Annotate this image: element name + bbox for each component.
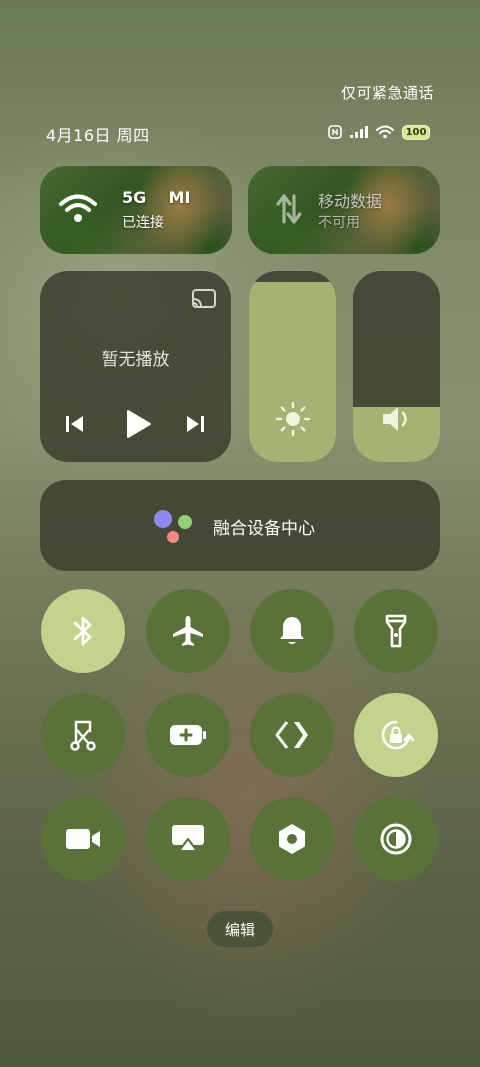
- cast-icon[interactable]: [191, 288, 217, 310]
- video-camera-icon: [66, 829, 100, 849]
- nfc-icon: [328, 125, 342, 139]
- mobile-data-label: 移动数据: [318, 192, 383, 211]
- flashlight-toggle[interactable]: [354, 589, 438, 673]
- battery-saver-toggle[interactable]: [146, 693, 230, 777]
- dev-tool-toggle[interactable]: [250, 693, 334, 777]
- date-label: 4月16日 周四: [46, 126, 150, 145]
- wifi-network-name: 5G MI: [122, 188, 191, 207]
- next-track-icon[interactable]: [184, 413, 206, 435]
- bell-icon: [280, 617, 304, 644]
- wifi-icon: [59, 194, 97, 222]
- volume-slider[interactable]: [353, 271, 440, 462]
- brightness-sun-icon: [275, 401, 311, 437]
- flashlight-icon: [385, 614, 407, 648]
- bluetooth-icon: [73, 616, 92, 646]
- emergency-call-only-label: 仅可紧急通话: [340, 84, 434, 102]
- media-player-card[interactable]: 暂无播放: [40, 271, 231, 462]
- mobile-data-status: 不可用: [318, 215, 360, 231]
- dark-mode-toggle[interactable]: [354, 797, 438, 881]
- hexagon-nut-icon: [279, 824, 305, 854]
- airplane-icon: [173, 616, 203, 646]
- brightness-slider[interactable]: [249, 271, 336, 462]
- wifi-card[interactable]: 5G MI 已连接: [40, 166, 232, 254]
- fusion-device-center[interactable]: 融合设备中心: [40, 480, 440, 571]
- mobile-data-icon: [276, 194, 302, 224]
- signal-icon: [350, 126, 368, 138]
- sound-toggle[interactable]: [250, 589, 334, 673]
- play-icon[interactable]: [124, 409, 152, 439]
- screen-cast-toggle[interactable]: [146, 797, 230, 881]
- mobile-data-card[interactable]: 移动数据 不可用: [248, 166, 440, 254]
- battery-level: 100: [405, 126, 427, 138]
- screen-record-toggle[interactable]: [41, 797, 125, 881]
- rotation-lock-toggle[interactable]: [354, 693, 438, 777]
- screen-cast-icon: [172, 825, 204, 852]
- edit-button[interactable]: 编辑: [207, 911, 273, 947]
- wifi-status-icon: [376, 125, 394, 139]
- screenshot-toggle[interactable]: [41, 693, 125, 777]
- screenshot-scissors-icon: [70, 720, 96, 751]
- rotation-lock-icon: [381, 720, 415, 750]
- fusion-device-center-label: 融合设备中心: [213, 519, 315, 539]
- battery-icon: 100: [402, 124, 430, 140]
- speaker-icon: [383, 407, 407, 431]
- settings-toggle[interactable]: [250, 797, 334, 881]
- media-title: 暂无播放: [101, 350, 170, 370]
- bluetooth-toggle[interactable]: [41, 589, 125, 673]
- airplane-mode-toggle[interactable]: [146, 589, 230, 673]
- fusion-dots-icon: [154, 510, 192, 543]
- previous-track-icon[interactable]: [64, 413, 86, 435]
- wifi-status: 已连接: [122, 215, 164, 231]
- battery-saver-icon: [170, 725, 206, 745]
- contrast-icon: [380, 823, 412, 855]
- status-bar-icons: 100: [328, 122, 430, 142]
- code-diamond-icon: [275, 721, 308, 749]
